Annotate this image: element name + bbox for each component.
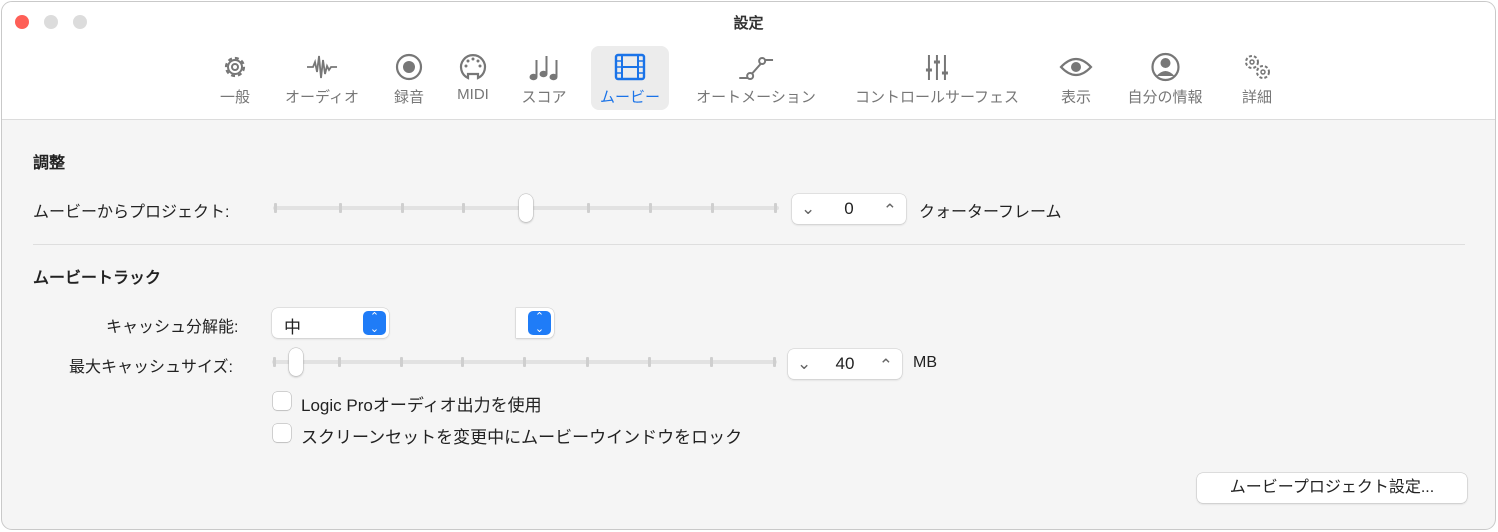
up-down-chevron-icon: ⌃ ⌄ bbox=[363, 311, 386, 335]
offset-slider-thumb[interactable] bbox=[519, 194, 533, 222]
offset-unit: クォーターフレーム bbox=[919, 204, 1062, 221]
lock-movie-window-checkbox[interactable] bbox=[273, 424, 291, 442]
chevron-up-icon[interactable]: ⌃ bbox=[883, 201, 897, 221]
person-icon bbox=[1150, 52, 1180, 82]
tab-automation[interactable]: オートメーション bbox=[687, 46, 825, 110]
tab-label: スコア bbox=[521, 89, 567, 106]
eye-icon bbox=[1059, 57, 1093, 77]
section-heading-adjust: 調整 bbox=[33, 155, 66, 172]
tab-label: 表示 bbox=[1060, 89, 1091, 106]
tab-control-surfaces[interactable]: コントロールサーフェス bbox=[846, 46, 1028, 110]
tab-audio[interactable]: オーディオ bbox=[276, 46, 368, 110]
tab-midi[interactable]: MIDI bbox=[447, 46, 499, 110]
tab-score[interactable]: スコア bbox=[512, 46, 575, 110]
checkbox-label: スクリーンセットを変更中にムービーウインドウをロック bbox=[301, 428, 743, 447]
gears-icon bbox=[1245, 55, 1270, 79]
tab-record[interactable]: 録音 bbox=[383, 46, 435, 110]
tab-label: コントロールサーフェス bbox=[854, 89, 1020, 106]
tab-label: 一般 bbox=[219, 89, 250, 106]
tab-label: 詳細 bbox=[1241, 89, 1272, 106]
waveform-icon bbox=[306, 55, 337, 79]
toolbar: 設定 一般 オーディオ 録音 MIDI スコア ムービー オートメーション コン… bbox=[2, 2, 1495, 120]
gear-icon bbox=[224, 56, 246, 78]
cache-resolution-value: 中 bbox=[284, 318, 301, 337]
tab-label: 録音 bbox=[393, 89, 424, 106]
tab-general[interactable]: 一般 bbox=[209, 46, 261, 110]
use-logic-audio-checkbox[interactable] bbox=[273, 392, 291, 410]
tab-label: オーディオ bbox=[285, 89, 359, 106]
cache-size-label: 最大キャッシュサイズ: bbox=[69, 359, 233, 376]
music-notes-icon bbox=[528, 56, 557, 81]
offset-stepper[interactable]: ⌄ 0 ⌃ bbox=[792, 194, 906, 224]
cache-size-slider-thumb[interactable] bbox=[289, 348, 303, 376]
tab-label: MIDI bbox=[457, 86, 489, 103]
section-heading-movie-track: ムービートラック bbox=[33, 270, 162, 287]
film-icon bbox=[614, 53, 646, 81]
tab-label: オートメーション bbox=[696, 89, 816, 106]
up-down-chevron-icon: ⌃ ⌄ bbox=[528, 311, 551, 335]
tab-my-info[interactable]: 自分の情報 bbox=[1118, 46, 1211, 110]
checkbox-label: Logic Proオーディオ出力を使用 bbox=[301, 396, 542, 415]
tab-movie[interactable]: ムービー bbox=[590, 46, 670, 110]
offset-slider[interactable] bbox=[273, 194, 779, 222]
cache-resolution-popup[interactable]: 中 ⌃ ⌄ bbox=[272, 308, 389, 338]
cache-size-slider[interactable] bbox=[272, 348, 777, 376]
chevron-up-icon[interactable]: ⌃ bbox=[879, 356, 893, 376]
tab-label: ムービー bbox=[599, 89, 661, 106]
cache-resolution-label: キャッシュ分解能: bbox=[106, 319, 239, 336]
preferences-window: 設定 一般 オーディオ 録音 MIDI スコア ムービー オートメーション コン… bbox=[1, 1, 1496, 530]
tab-view[interactable]: 表示 bbox=[1050, 46, 1102, 110]
window-title: 設定 bbox=[733, 15, 764, 32]
sliders-icon bbox=[925, 55, 948, 80]
record-icon bbox=[395, 53, 423, 81]
secondary-popup[interactable]: ⌃ ⌄ bbox=[516, 308, 554, 338]
midi-connector-icon bbox=[459, 54, 487, 80]
tab-label: 自分の情報 bbox=[1127, 89, 1203, 106]
tab-advanced[interactable]: 詳細 bbox=[1231, 46, 1283, 110]
divider bbox=[33, 244, 1465, 245]
movie-project-settings-button[interactable]: ムービープロジェクト設定... bbox=[1197, 473, 1467, 503]
cache-size-unit: MB bbox=[913, 354, 937, 371]
offset-label: ムービーからプロジェクト: bbox=[33, 204, 230, 221]
automation-icon bbox=[738, 57, 773, 80]
cache-size-stepper[interactable]: ⌄ 40 ⌃ bbox=[788, 349, 902, 379]
